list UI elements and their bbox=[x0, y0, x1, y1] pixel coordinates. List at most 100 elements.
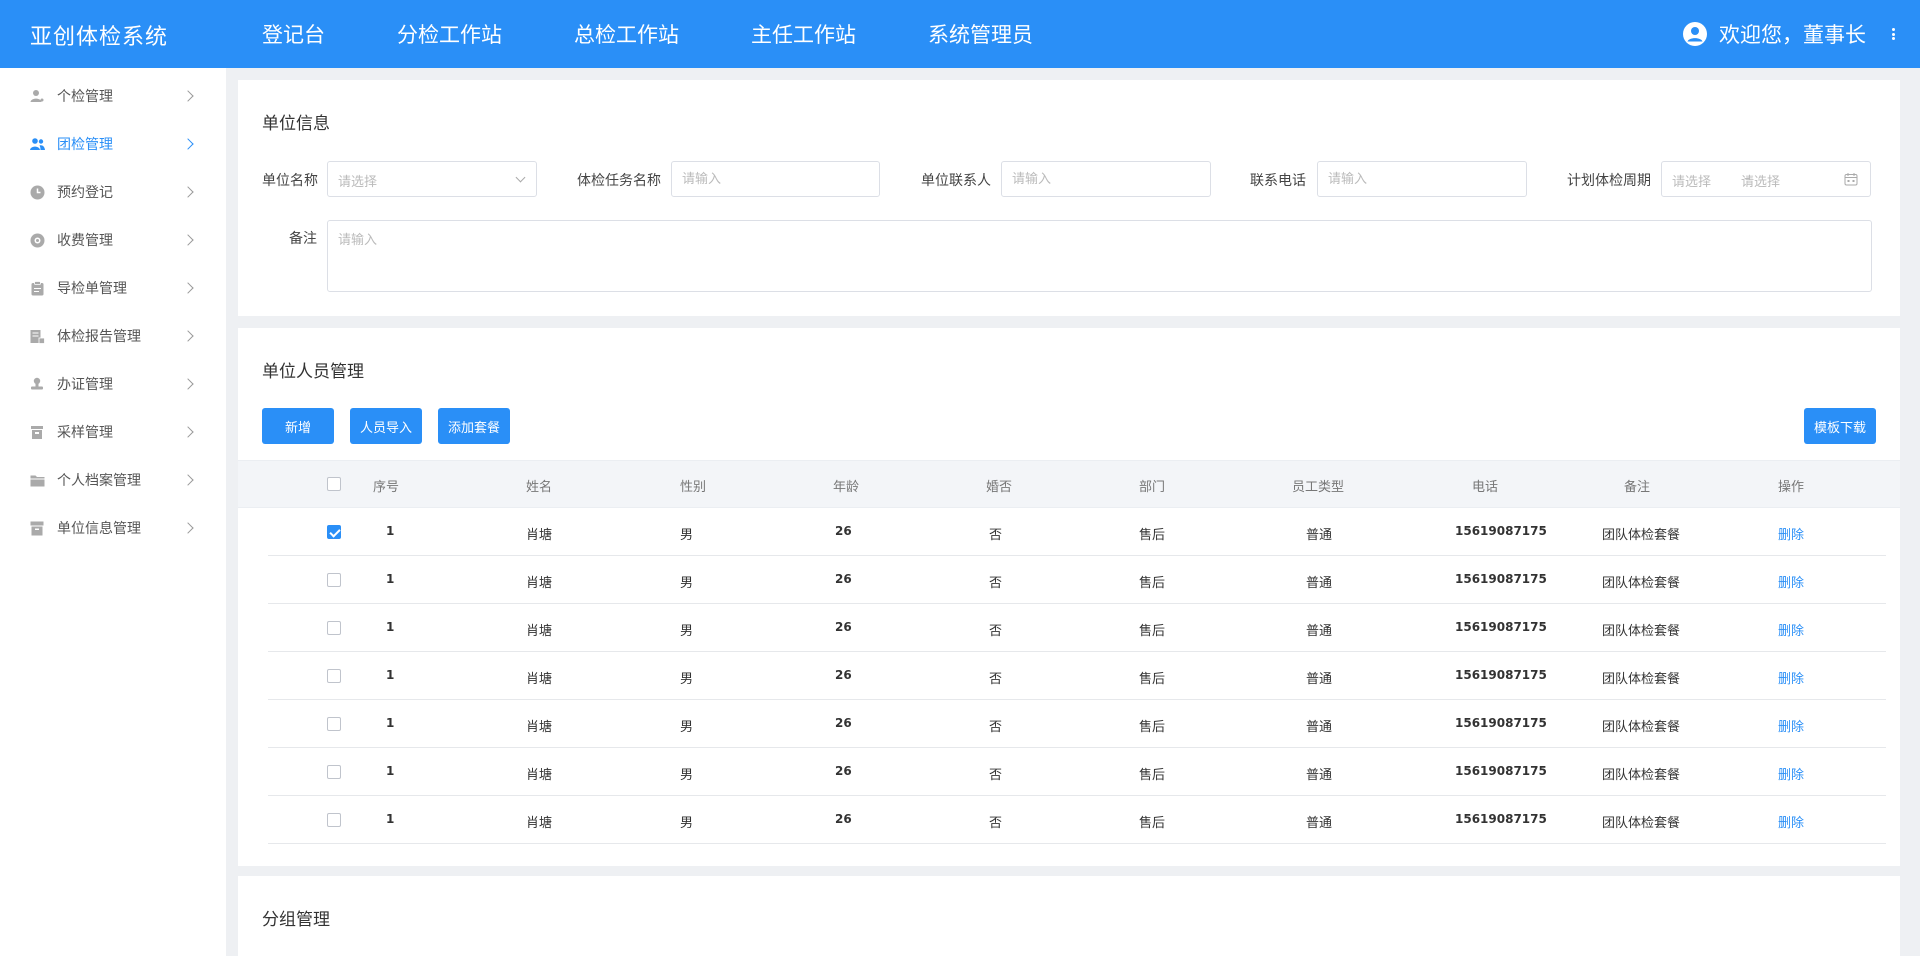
template-download-button[interactable]: 模板下载 bbox=[1804, 408, 1876, 444]
unit-name-select[interactable]: 请选择 bbox=[327, 161, 537, 197]
top-header: 亚创体检系统 登记台 分检工作站 总检工作站 主任工作站 系统管理员 欢迎您，董… bbox=[0, 0, 1920, 68]
select-all-checkbox[interactable] bbox=[327, 477, 341, 491]
folder-icon bbox=[29, 472, 45, 488]
cell-age: 26 bbox=[835, 764, 852, 778]
sidebar-item[interactable]: 体检报告管理 bbox=[0, 312, 226, 360]
row-checkbox[interactable] bbox=[327, 525, 341, 539]
unit-name-label: 单位名称 bbox=[262, 173, 318, 189]
cell-phone: 15619087175 bbox=[1455, 764, 1547, 778]
sidebar-item[interactable]: 办证管理 bbox=[0, 360, 226, 408]
user-greeting: 欢迎您，董事长 bbox=[1719, 23, 1866, 47]
chevron-right-icon bbox=[182, 330, 194, 342]
cell-name: 肖塘 bbox=[526, 768, 553, 783]
chevron-right-icon bbox=[182, 378, 194, 390]
sidebar-item-label: 收费管理 bbox=[57, 233, 113, 249]
nav-director-station[interactable]: 主任工作站 bbox=[751, 19, 856, 49]
cell-gender: 男 bbox=[680, 576, 694, 591]
cell-married: 否 bbox=[989, 576, 1003, 591]
sidebar-item[interactable]: 单位信息管理 bbox=[0, 504, 226, 552]
add-package-button[interactable]: 添加套餐 bbox=[438, 408, 510, 444]
sidebar: 个检管理团检管理预约登记收费管理导检单管理体检报告管理办证管理 采样管理 个人档案管… bbox=[0, 68, 226, 956]
cell-dept: 售后 bbox=[1139, 672, 1166, 687]
clipboard-icon bbox=[29, 280, 45, 296]
col-header-type: 员工类型 bbox=[1292, 480, 1345, 495]
cell-type: 普通 bbox=[1306, 768, 1333, 783]
cell-married: 否 bbox=[989, 816, 1003, 831]
cell-phone: 15619087175 bbox=[1455, 572, 1547, 586]
table-row: 1 肖塘 男 26 否 售后 普通 15619087175 团队体检套餐 删除 bbox=[268, 700, 1886, 748]
cell-name: 肖塘 bbox=[526, 528, 553, 543]
more-menu-icon[interactable] bbox=[1890, 22, 1896, 46]
delete-link[interactable]: 删除 bbox=[1778, 668, 1804, 687]
sidebar-item[interactable]: 预约登记 bbox=[0, 168, 226, 216]
cell-name: 肖塘 bbox=[526, 816, 553, 831]
coin-icon bbox=[29, 232, 45, 248]
cell-gender: 男 bbox=[680, 768, 694, 783]
sidebar-item[interactable]: 个人档案管理 bbox=[0, 456, 226, 504]
cell-dept: 售后 bbox=[1139, 768, 1166, 783]
sidebar-item-label: 导检单管理 bbox=[57, 281, 127, 297]
add-button[interactable]: 新增 bbox=[262, 408, 334, 444]
sidebar-item[interactable]: 采样管理 bbox=[0, 408, 226, 456]
group-management-title: 分组管理 bbox=[262, 910, 330, 930]
cell-type: 普通 bbox=[1306, 624, 1333, 639]
chevron-right-icon bbox=[182, 426, 194, 438]
sidebar-item[interactable]: 个检管理 bbox=[0, 72, 226, 120]
table-row: 1 肖塘 男 26 否 售后 普通 15619087175 团队体检套餐 删除 bbox=[268, 652, 1886, 700]
delete-link[interactable]: 删除 bbox=[1778, 524, 1804, 543]
cell-age: 26 bbox=[835, 524, 852, 538]
phone-input[interactable] bbox=[1317, 161, 1527, 197]
sidebar-item-label: 个检管理 bbox=[57, 89, 113, 105]
user-menu[interactable]: 欢迎您，董事长 bbox=[1683, 0, 1866, 68]
cell-remark: 团队体检套餐 bbox=[1602, 672, 1681, 687]
cell-phone: 15619087175 bbox=[1455, 620, 1547, 634]
chevron-right-icon bbox=[182, 234, 194, 246]
row-checkbox[interactable] bbox=[327, 669, 341, 683]
nav-sub-station[interactable]: 分检工作站 bbox=[397, 19, 502, 49]
cell-no: 1 bbox=[386, 668, 395, 682]
chevron-right-icon bbox=[182, 474, 194, 486]
top-navigation: 登记台 分检工作站 总检工作站 主任工作站 系统管理员 bbox=[262, 0, 1033, 68]
sidebar-item[interactable]: 收费管理 bbox=[0, 216, 226, 264]
sidebar-item[interactable]: 导检单管理 bbox=[0, 264, 226, 312]
cell-remark: 团队体检套餐 bbox=[1602, 576, 1681, 591]
table-header: 序号 姓名 性别 年龄 婚否 部门 员工类型 电话 备注 操作 bbox=[238, 460, 1900, 508]
row-checkbox[interactable] bbox=[327, 573, 341, 587]
cell-remark: 团队体检套餐 bbox=[1602, 624, 1681, 639]
import-staff-button[interactable]: 人员导入 bbox=[350, 408, 422, 444]
contact-input[interactable] bbox=[1001, 161, 1211, 197]
sidebar-item-label: 体检报告管理 bbox=[57, 329, 141, 345]
delete-link[interactable]: 删除 bbox=[1778, 812, 1804, 831]
row-checkbox[interactable] bbox=[327, 813, 341, 827]
delete-link[interactable]: 删除 bbox=[1778, 716, 1804, 735]
cell-type: 普通 bbox=[1306, 576, 1333, 591]
sidebar-item-label: 团检管理 bbox=[57, 137, 113, 153]
period-end: 请选择 bbox=[1741, 175, 1781, 190]
table-row: 1 肖塘 男 26 否 售后 普通 15619087175 团队体检套餐 删除 bbox=[268, 796, 1886, 844]
delete-link[interactable]: 删除 bbox=[1778, 764, 1804, 783]
report-icon bbox=[29, 328, 45, 344]
group-management-card: 分组管理 bbox=[238, 876, 1900, 956]
phone-label: 联系电话 bbox=[1250, 173, 1306, 189]
remark-label: 备注 bbox=[289, 231, 317, 247]
nav-admin[interactable]: 系统管理员 bbox=[928, 19, 1033, 49]
cell-married: 否 bbox=[989, 672, 1003, 687]
cell-age: 26 bbox=[835, 572, 852, 586]
sidebar-item[interactable]: 团检管理 bbox=[0, 120, 226, 168]
task-name-input[interactable] bbox=[671, 161, 880, 197]
period-date-range-picker[interactable]: 请选择 – 请选择 bbox=[1661, 161, 1871, 197]
remark-textarea[interactable] bbox=[327, 220, 1872, 292]
cell-no: 1 bbox=[386, 620, 395, 634]
cell-gender: 男 bbox=[680, 672, 694, 687]
nav-registration[interactable]: 登记台 bbox=[262, 19, 325, 49]
delete-link[interactable]: 删除 bbox=[1778, 572, 1804, 591]
cell-gender: 男 bbox=[680, 528, 694, 543]
row-checkbox[interactable] bbox=[327, 621, 341, 635]
nav-general-station[interactable]: 总检工作站 bbox=[574, 19, 679, 49]
cell-phone: 15619087175 bbox=[1455, 668, 1547, 682]
delete-link[interactable]: 删除 bbox=[1778, 620, 1804, 639]
row-checkbox[interactable] bbox=[327, 717, 341, 731]
cell-phone: 15619087175 bbox=[1455, 524, 1547, 538]
row-checkbox[interactable] bbox=[327, 765, 341, 779]
calendar-icon bbox=[1844, 173, 1858, 186]
